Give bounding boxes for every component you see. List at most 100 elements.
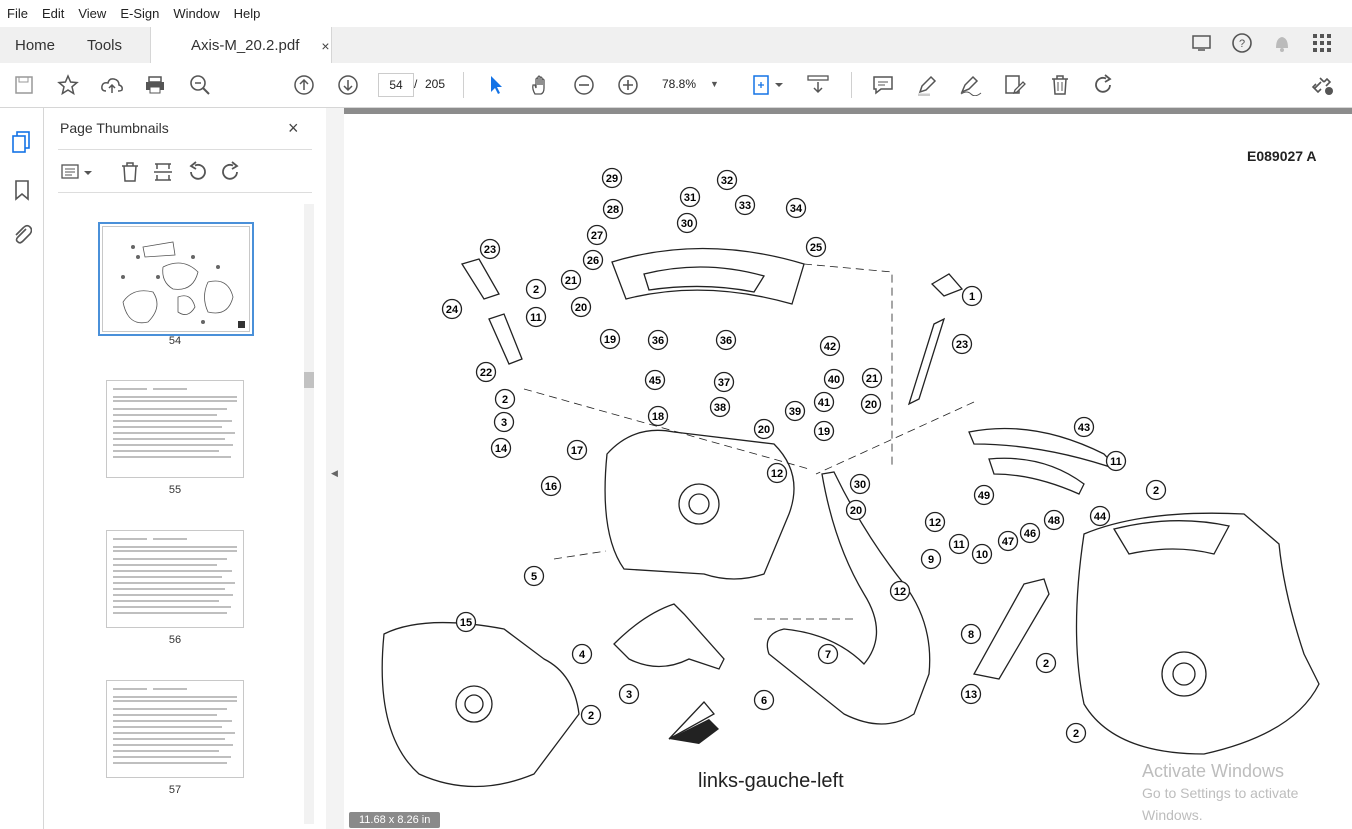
bookmark-star-icon[interactable] — [56, 73, 80, 97]
thumbnail-options-icon[interactable] — [60, 160, 94, 184]
tab-tools-label: Tools — [87, 36, 123, 54]
attachments-paperclip-icon[interactable] — [10, 222, 34, 246]
callout-number: 9 — [928, 554, 934, 566]
zoom-level-dropdown[interactable]: 78.8% ▼ — [662, 73, 728, 95]
next-page-icon[interactable] — [336, 73, 360, 97]
callout-number: 11 — [1110, 456, 1122, 468]
hand-tool-icon[interactable] — [528, 73, 552, 97]
callout-number: 25 — [810, 242, 822, 254]
save-icon[interactable] — [12, 73, 36, 97]
tab-document[interactable]: Axis-M_20.2.pdf × — [150, 27, 332, 64]
page-fit-icon[interactable] — [750, 73, 786, 97]
rotate-clockwise-page-icon[interactable] — [219, 160, 243, 184]
page-separator: / — [414, 77, 418, 91]
callout-number: 32 — [721, 175, 733, 187]
callout-number: 16 — [545, 481, 557, 493]
thumbnail-page-number: 54 — [168, 335, 182, 347]
callout-number: 48 — [1048, 515, 1060, 527]
delete-page-icon[interactable] — [118, 160, 142, 184]
page-thumbnails-icon[interactable] — [10, 130, 34, 154]
callout-number: 13 — [965, 689, 977, 701]
callout-number: 21 — [866, 373, 878, 385]
extract-pages-icon[interactable] — [151, 160, 175, 184]
share-link-icon[interactable] — [1311, 73, 1335, 97]
menu-bar: File Edit View E-Sign Window Help — [0, 0, 1352, 27]
menu-window[interactable]: Window — [166, 6, 226, 21]
callout-number: 5 — [531, 571, 537, 583]
select-cursor-icon[interactable] — [484, 73, 508, 97]
thumbnail-page-number: 57 — [168, 784, 182, 796]
document-tab-label: Axis-M_20.2.pdf — [191, 37, 300, 54]
thumbnail-page-57[interactable] — [106, 680, 244, 778]
callout-number: 7 — [825, 649, 831, 661]
sign-pen-icon[interactable] — [959, 73, 983, 97]
callout-number: 23 — [484, 244, 496, 256]
callout-number: 23 — [956, 339, 968, 351]
delete-trash-icon[interactable] — [1048, 73, 1072, 97]
zoom-out-icon[interactable] — [572, 73, 596, 97]
watermark-line-2: Go to Settings to activate Windows. — [1142, 785, 1299, 823]
zoom-search-icon[interactable] — [188, 73, 212, 97]
svg-text:?: ? — [1239, 38, 1245, 50]
callout-number: 11 — [530, 312, 542, 324]
scrollbar-thumb[interactable] — [304, 372, 314, 388]
thumbnail-page-number: 56 — [168, 634, 182, 646]
page-thumbnails-panel: Page Thumbnails × 54 55 56 57 — [44, 108, 327, 829]
thumbnail-page-54[interactable] — [98, 222, 254, 336]
callout-number: 29 — [606, 173, 618, 185]
callout-number: 30 — [854, 479, 866, 491]
apps-grid-icon[interactable] — [1310, 31, 1334, 55]
menu-esign[interactable]: E-Sign — [113, 6, 166, 21]
help-icon[interactable]: ? — [1230, 31, 1254, 55]
upload-cloud-icon[interactable] — [100, 73, 124, 97]
thumbnail-scrollbar[interactable] — [304, 204, 314, 824]
callout-number: 49 — [978, 490, 990, 502]
callout-number: 14 — [495, 443, 508, 455]
callout-number: 1 — [969, 291, 975, 303]
close-tab-button[interactable]: × — [321, 38, 329, 54]
callout-number: 38 — [714, 402, 726, 414]
page-number-input[interactable]: 54 — [378, 73, 414, 97]
scroll-mode-icon[interactable] — [806, 73, 830, 97]
previous-page-icon[interactable] — [292, 73, 316, 97]
notifications-bell-icon[interactable] — [1270, 31, 1294, 55]
callout-number: 34 — [790, 203, 803, 215]
menu-file[interactable]: File — [0, 6, 35, 21]
callout-number: 26 — [587, 255, 599, 267]
print-icon[interactable] — [143, 73, 167, 97]
tab-tools[interactable]: Tools — [87, 27, 122, 63]
callout-number: 2 — [533, 284, 539, 296]
toolbar-divider — [851, 72, 852, 98]
panel-divider — [58, 149, 312, 150]
callout-number: 41 — [818, 397, 830, 409]
thumbnail-page-56[interactable] — [106, 530, 244, 628]
rotate-clockwise-icon[interactable] — [1092, 73, 1116, 97]
callout-number: 47 — [1002, 536, 1014, 548]
panel-divider — [58, 192, 312, 193]
callout-number: 18 — [652, 411, 664, 423]
share-screen-icon[interactable] — [1190, 31, 1214, 55]
close-panel-button[interactable]: × — [288, 118, 299, 139]
edit-document-icon[interactable] — [1003, 73, 1027, 97]
callout-number: 19 — [604, 334, 616, 346]
menu-edit[interactable]: Edit — [35, 6, 71, 21]
callout-number: 10 — [976, 549, 988, 561]
comment-icon[interactable] — [871, 73, 895, 97]
callout-number: 30 — [681, 218, 693, 230]
thumbnail-page-55[interactable] — [106, 380, 244, 478]
thumbnail-table — [113, 538, 237, 614]
callout-number: 3 — [626, 689, 632, 701]
thumbnail-table — [113, 688, 237, 764]
zoom-in-icon[interactable] — [616, 73, 640, 97]
highlight-pen-icon[interactable] — [915, 73, 939, 97]
menu-view[interactable]: View — [71, 6, 113, 21]
rotate-counterclockwise-icon[interactable] — [185, 160, 209, 184]
menu-help[interactable]: Help — [227, 6, 268, 21]
callout-number: 12 — [894, 586, 906, 598]
bookmarks-icon[interactable] — [10, 178, 34, 202]
callout-number: 17 — [571, 445, 583, 457]
collapse-panel-handle[interactable]: ◀ — [326, 108, 344, 829]
document-viewer[interactable]: E089027 A 29 32 31 28 30 33 34 27 26 25 … — [344, 108, 1352, 829]
tab-home[interactable]: Home — [15, 27, 55, 63]
callout-number: 24 — [446, 304, 459, 316]
